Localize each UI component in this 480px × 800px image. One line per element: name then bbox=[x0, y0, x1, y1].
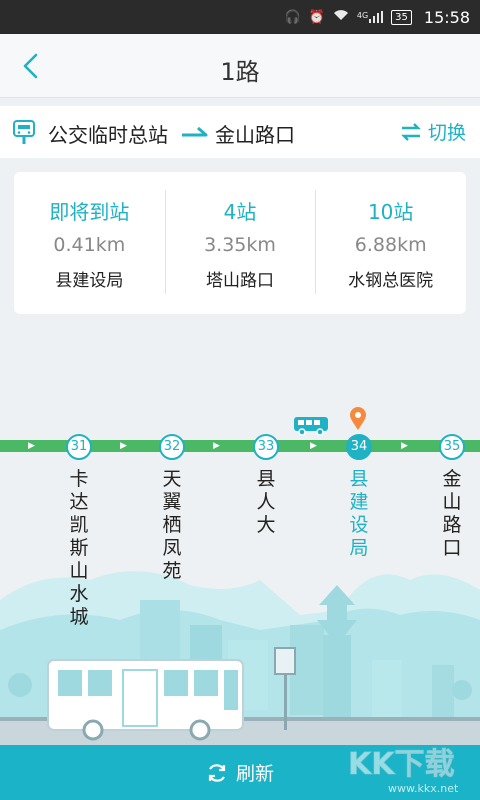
arrival-distance: 0.41km bbox=[53, 234, 126, 256]
direction-chevron-icon: ▶ bbox=[213, 441, 220, 451]
network-type: 4G bbox=[356, 11, 369, 20]
direction-chevron-icon: ▶ bbox=[310, 441, 317, 451]
stop-marker[interactable]: 33 bbox=[253, 434, 279, 460]
alarm-icon: ⏰ bbox=[308, 9, 325, 25]
arrival-stop: 水钢总医院 bbox=[348, 271, 434, 291]
headphone-icon: 🎧 bbox=[284, 9, 301, 25]
refresh-icon bbox=[208, 763, 226, 782]
status-bar: 🎧 ⏰ 4G 35 15:58 bbox=[0, 0, 480, 34]
switch-direction-button[interactable]: 切换 bbox=[400, 118, 466, 145]
arrival-status: 即将到站 bbox=[49, 200, 130, 224]
watermark-brand: KK下载 bbox=[348, 747, 455, 782]
arrival-status: 10站 bbox=[367, 200, 414, 224]
arrival-distance: 3.35km bbox=[204, 234, 276, 256]
stop-name-current[interactable]: 县建设局 bbox=[347, 468, 371, 560]
route-destination: 金山路口 bbox=[215, 123, 295, 147]
stop-name[interactable]: 天翼栖凤苑 bbox=[160, 468, 184, 583]
stop-name[interactable]: 金山路口 bbox=[440, 468, 464, 560]
battery-indicator: 35 bbox=[391, 9, 412, 25]
arrival-status: 4站 bbox=[223, 200, 257, 224]
stop-marker[interactable]: 32 bbox=[159, 434, 185, 460]
arrival-item: 4站 3.35km 塔山路口 bbox=[164, 172, 316, 314]
arrival-card: 即将到站 0.41km 县建设局 4站 3.35km 塔山路口 10站 6.88… bbox=[14, 172, 466, 314]
direction-chevron-icon: ▶ bbox=[28, 441, 35, 451]
stop-marker[interactable]: 31 bbox=[66, 434, 92, 460]
wifi-icon bbox=[333, 9, 349, 25]
bus-position-icon bbox=[294, 417, 328, 436]
arrival-item: 即将到站 0.41km 县建设局 bbox=[14, 172, 165, 314]
arrival-stop: 县建设局 bbox=[55, 271, 124, 291]
page-title: 1路 bbox=[220, 58, 260, 86]
route-origin: 公交临时总站 bbox=[48, 123, 168, 147]
stop-marker-current[interactable]: 34 bbox=[346, 434, 372, 460]
arrival-item: 10站 6.88km 水钢总医院 bbox=[315, 172, 466, 314]
signal-icon: 4G bbox=[356, 11, 384, 23]
refresh-label: 刷新 bbox=[235, 763, 274, 785]
arrival-distance: 6.88km bbox=[354, 234, 427, 256]
location-pin-icon bbox=[350, 407, 366, 430]
stop-name[interactable]: 卡达凯斯山水城 bbox=[67, 468, 91, 629]
title-bar: 1路 bbox=[0, 34, 480, 98]
switch-icon bbox=[401, 122, 421, 141]
stop-marker[interactable]: 35 bbox=[439, 434, 465, 460]
stop-name[interactable]: 县人大 bbox=[254, 468, 278, 537]
watermark-logo: KK下载 www.kkx.net bbox=[348, 747, 459, 796]
bus-stop-icon bbox=[13, 120, 35, 144]
direction-chevron-icon: ▶ bbox=[401, 441, 408, 451]
direction-chevron-icon: ▶ bbox=[120, 441, 127, 451]
switch-label: 切换 bbox=[427, 122, 466, 144]
direction-arrow-icon bbox=[182, 126, 208, 137]
route-bar: 公交临时总站 金山路口 切换 bbox=[0, 106, 480, 158]
watermark-site: www.kkx.net bbox=[388, 782, 459, 795]
status-time: 15:58 bbox=[423, 7, 470, 27]
arrival-stop: 塔山路口 bbox=[206, 271, 274, 291]
